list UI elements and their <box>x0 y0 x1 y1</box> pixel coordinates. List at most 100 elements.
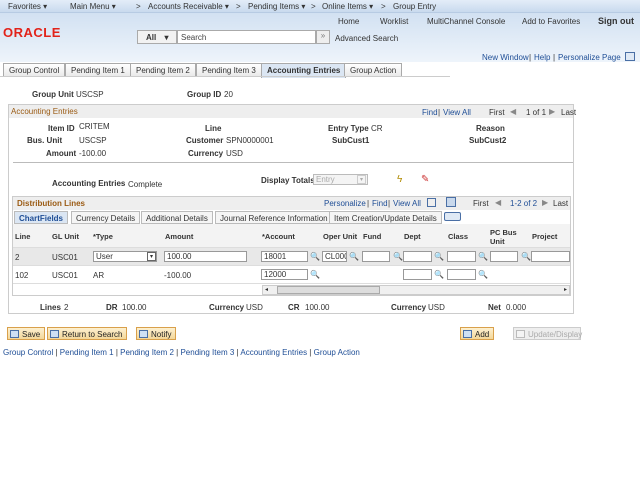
personalize-page-link[interactable]: Personalize Page <box>558 53 621 62</box>
lookup-icon[interactable]: 🔍 <box>310 252 320 261</box>
tab-group-action[interactable]: Group Action <box>344 63 403 77</box>
help-link[interactable]: Help <box>534 53 550 62</box>
footer-links: Group Control | Pending Item 1 | Pending… <box>3 348 360 357</box>
oracle-logo: ORACLE <box>3 25 61 40</box>
previous-icon[interactable]: ◀ <box>495 198 501 207</box>
add-button[interactable]: Add <box>460 327 495 340</box>
zoom-grid-icon[interactable] <box>427 198 436 207</box>
nav-online-items[interactable]: Online Items ▾ <box>322 2 373 11</box>
nav-favorites[interactable]: Favorites ▾ <box>8 2 47 11</box>
lookup-icon[interactable]: 🔍 <box>434 252 444 261</box>
tab-pending-item-1[interactable]: Pending Item 1 <box>65 63 131 77</box>
footer-group-action[interactable]: Group Action <box>314 348 360 357</box>
subcust1-label: SubCust1 <box>332 136 370 145</box>
horizontal-scrollbar[interactable]: ◂ ▸ <box>262 285 570 295</box>
subtab-chartfields[interactable]: ChartFields <box>14 211 69 224</box>
new-window-link[interactable]: New Window <box>482 53 529 62</box>
col-class: Class <box>448 232 469 241</box>
first-link[interactable]: First <box>489 108 505 117</box>
home-link[interactable]: Home <box>338 17 359 26</box>
return-search-icon <box>50 330 59 338</box>
download-excel-icon[interactable] <box>446 197 456 207</box>
oper-unit-input[interactable]: CL000 <box>322 251 347 262</box>
lookup-icon[interactable]: 🔍 <box>349 252 359 261</box>
subtab-item-creation[interactable]: Item Creation/Update Details <box>329 211 442 224</box>
view-all-link[interactable]: View All <box>443 108 471 117</box>
fund-input[interactable] <box>362 251 390 262</box>
display-totals-select[interactable]: Entry ▾ <box>313 174 368 185</box>
footer-accounting-entries[interactable]: Accounting Entries <box>240 348 307 357</box>
nav-accounts-receivable[interactable]: Accounts Receivable ▾ <box>148 2 229 11</box>
personalize-link[interactable]: Personalize <box>324 199 366 208</box>
dept-input[interactable] <box>403 269 432 280</box>
col-gl-unit: GL Unit <box>52 232 79 241</box>
project-input[interactable] <box>531 251 570 262</box>
scroll-left-icon[interactable]: ◂ <box>265 286 268 293</box>
update-display-button[interactable]: Update/Display <box>513 327 582 340</box>
tab-group-control[interactable]: Group Control <box>3 63 66 77</box>
last-link[interactable]: Last <box>561 108 576 117</box>
account-input[interactable]: 18001 <box>261 251 308 262</box>
worklist-link[interactable]: Worklist <box>380 17 408 26</box>
class-input[interactable] <box>447 251 476 262</box>
lookup-icon[interactable]: 🔍 <box>393 252 403 261</box>
type-select[interactable]: User ▾ <box>93 251 157 262</box>
first-link[interactable]: First <box>473 199 489 208</box>
lightning-icon[interactable]: ϟ <box>397 174 402 185</box>
next-icon[interactable]: ▶ <box>542 198 548 207</box>
save-button[interactable]: Save <box>7 327 46 340</box>
return-to-search-button[interactable]: Return to Search <box>47 327 128 340</box>
lookup-icon[interactable]: 🔍 <box>310 270 320 279</box>
lookup-icon[interactable]: 🔍 <box>478 270 488 279</box>
nav-group-entry[interactable]: Group Entry <box>393 2 436 11</box>
eraser-icon[interactable]: ✎ <box>421 174 429 185</box>
currency-value: USD <box>246 303 263 312</box>
footer-group-control[interactable]: Group Control <box>3 348 53 357</box>
subtab-currency-details[interactable]: Currency Details <box>71 211 141 224</box>
search-go-button[interactable]: » <box>316 30 330 44</box>
scrollbar-thumb[interactable] <box>277 286 380 294</box>
subtab-journal-reference[interactable]: Journal Reference Information <box>215 211 333 224</box>
find-link[interactable]: Find <box>422 108 438 117</box>
add-favorites-link[interactable]: Add to Favorites <box>522 17 580 26</box>
breadcrumb-sep: > <box>236 2 241 11</box>
nav-main-menu[interactable]: Main Menu ▾ <box>70 2 116 11</box>
search-scope-select[interactable]: All ▾ <box>137 30 177 44</box>
next-icon[interactable]: ▶ <box>549 107 555 116</box>
multichannel-link[interactable]: MultiChannel Console <box>427 17 505 26</box>
net-label: Net <box>488 303 501 312</box>
signout-link[interactable]: Sign out <box>598 16 634 26</box>
scroll-right-icon[interactable]: ▸ <box>564 286 567 293</box>
cr-label: CR <box>288 303 300 312</box>
lookup-icon[interactable]: 🔍 <box>434 270 444 279</box>
panel-header: Accounting Entries Find | View All First… <box>9 105 577 118</box>
lookup-icon[interactable]: 🔍 <box>478 252 488 261</box>
subtab-additional-details[interactable]: Additional Details <box>141 211 213 224</box>
show-all-columns-icon[interactable] <box>444 212 461 221</box>
view-all-link[interactable]: View All <box>393 199 421 208</box>
chevron-down-icon: ▾ <box>147 252 156 261</box>
update-icon <box>516 330 525 338</box>
account-input[interactable]: 12000 <box>261 269 308 280</box>
amount-input[interactable]: 100.00 <box>164 251 247 262</box>
nav-pending-items[interactable]: Pending Items ▾ <box>248 2 305 11</box>
pc-bus-unit-input[interactable] <box>490 251 518 262</box>
col-oper-unit: Oper Unit <box>323 232 358 241</box>
customize-icon[interactable] <box>625 52 635 61</box>
lookup-icon[interactable]: 🔍 <box>521 252 531 261</box>
tab-pending-item-3[interactable]: Pending Item 3 <box>196 63 262 77</box>
last-link[interactable]: Last <box>553 199 568 208</box>
group-unit-label: Group Unit <box>32 90 74 99</box>
tab-pending-item-2[interactable]: Pending Item 2 <box>130 63 196 77</box>
notify-button[interactable]: Notify <box>136 327 177 340</box>
class-input[interactable] <box>447 269 476 280</box>
dept-input[interactable] <box>403 251 432 262</box>
footer-pending-item-1[interactable]: Pending Item 1 <box>60 348 114 357</box>
col-line: Line <box>15 232 31 241</box>
advanced-search-link[interactable]: Advanced Search <box>335 34 398 43</box>
find-link[interactable]: Find <box>372 199 388 208</box>
previous-icon[interactable]: ◀ <box>510 107 516 116</box>
search-input[interactable]: Search <box>177 30 316 44</box>
footer-pending-item-2[interactable]: Pending Item 2 <box>120 348 174 357</box>
footer-pending-item-3[interactable]: Pending Item 3 <box>180 348 234 357</box>
